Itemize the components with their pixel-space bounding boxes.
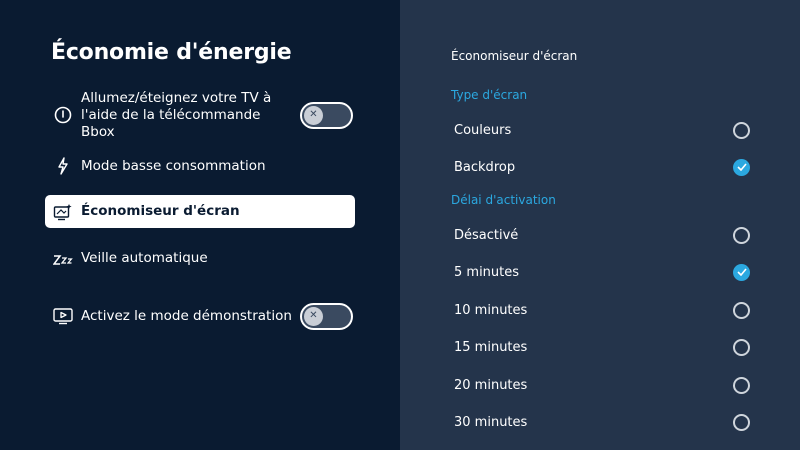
option-label: 30 minutes xyxy=(454,414,528,430)
menu-item-label: Économiseur d'écran xyxy=(81,203,240,219)
option-label: 10 minutes xyxy=(454,302,528,318)
option-label: 5 minutes xyxy=(454,264,520,280)
menu-item-label: Activez le mode démonstration xyxy=(81,307,292,324)
screen-saver-icon xyxy=(53,202,73,222)
radio-unchecked-icon[interactable] xyxy=(733,226,750,244)
option-30-minutes[interactable]: 30 minutes xyxy=(454,411,750,433)
demo-mode-toggle[interactable]: ✕ xyxy=(300,302,353,330)
lightning-icon xyxy=(53,156,73,176)
radio-unchecked-icon[interactable] xyxy=(733,376,750,394)
menu-item-label: Mode basse consommation xyxy=(81,157,266,174)
power-info-icon xyxy=(53,105,73,125)
menu-item-label: Veille automatique xyxy=(81,249,208,266)
menu-item-label: Allumez/éteignez votre TV à l'aide de la… xyxy=(81,89,272,140)
page-title: Économie d'énergie xyxy=(51,40,292,65)
option-5-minutes[interactable]: 5 minutes xyxy=(454,261,750,283)
option-backdrop[interactable]: Backdrop xyxy=(454,156,750,178)
panel-title: Économiseur d'écran xyxy=(451,49,578,63)
option-label: Backdrop xyxy=(454,159,516,175)
demo-screen-icon xyxy=(53,306,73,326)
radio-unchecked-icon[interactable] xyxy=(733,121,750,139)
menu-item-low-power-mode[interactable]: Mode basse consommation xyxy=(45,153,355,179)
menu-item-screen-saver[interactable]: Économiseur d'écran xyxy=(45,195,355,228)
option-desactive[interactable]: Désactivé xyxy=(454,224,750,246)
toggle-off-icon: ✕ xyxy=(304,306,323,326)
option-couleurs[interactable]: Couleurs xyxy=(454,119,750,141)
option-10-minutes[interactable]: 10 minutes xyxy=(454,299,750,321)
radio-unchecked-icon[interactable] xyxy=(733,413,750,431)
option-label: 15 minutes xyxy=(454,339,528,355)
section-activation-delay: Délai d'activation xyxy=(451,193,556,207)
option-15-minutes[interactable]: 15 minutes xyxy=(454,336,750,358)
toggle-off-icon: ✕ xyxy=(304,105,323,125)
settings-menu-panel: Économie d'énergie Allumez/éteignez votr… xyxy=(0,0,400,450)
option-label: Désactivé xyxy=(454,227,519,243)
section-screen-type: Type d'écran xyxy=(451,88,528,102)
menu-item-tv-remote-control[interactable]: Allumez/éteignez votre TV à l'aide de la… xyxy=(45,90,355,140)
menu-item-auto-sleep[interactable]: Veille automatique xyxy=(45,245,355,271)
radio-checked-icon[interactable] xyxy=(733,158,750,176)
sleep-zzz-icon xyxy=(53,248,73,268)
option-label: Couleurs xyxy=(454,122,512,138)
option-label: 20 minutes xyxy=(454,377,528,393)
menu-item-demo-mode[interactable]: Activez le mode démonstration ✕ xyxy=(45,302,355,330)
radio-checked-icon[interactable] xyxy=(733,263,750,281)
radio-unchecked-icon[interactable] xyxy=(733,301,750,319)
tv-remote-toggle[interactable]: ✕ xyxy=(300,101,353,129)
option-20-minutes[interactable]: 20 minutes xyxy=(454,374,750,396)
radio-unchecked-icon[interactable] xyxy=(733,338,750,356)
